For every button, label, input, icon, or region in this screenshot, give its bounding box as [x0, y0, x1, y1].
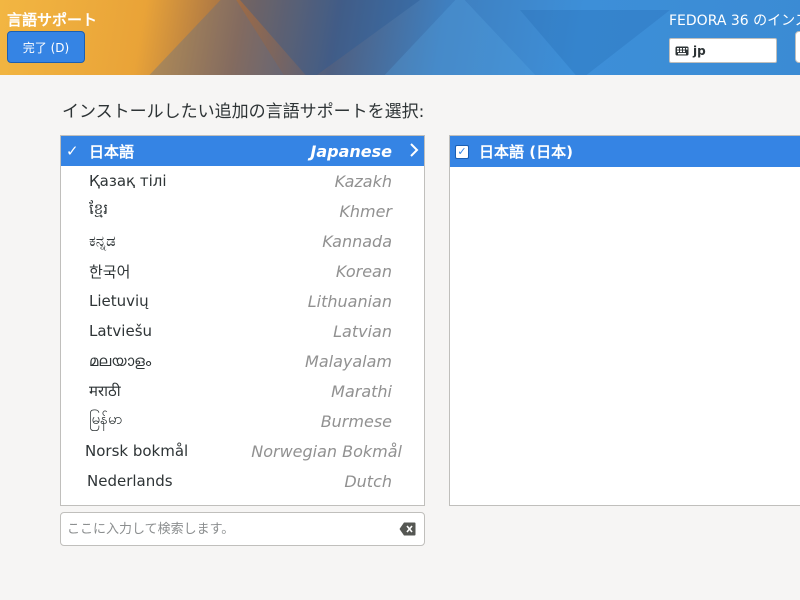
done-button[interactable]: 完了 (D): [7, 31, 85, 63]
language-native-name: Norsk bokmål: [85, 442, 189, 460]
language-english-name: Dutch: [344, 471, 392, 491]
language-english-name: Korean: [335, 261, 392, 281]
language-row[interactable]: Norsk bokmål Norwegian Bokmål: [61, 436, 424, 466]
locale-label: 日本語 (日本): [479, 143, 573, 161]
language-english-name: Japanese: [310, 141, 392, 161]
language-search[interactable]: [60, 512, 425, 546]
language-english-name: Burmese: [320, 411, 392, 431]
language-native-name: 한국어: [89, 262, 131, 281]
language-native-name: ខ្មែរ: [89, 200, 109, 218]
language-native-name: മലയാളം: [89, 352, 152, 370]
language-row[interactable]: ✓ 日本語 Japanese: [61, 136, 424, 166]
help-button[interactable]: [795, 31, 800, 63]
search-input[interactable]: [67, 518, 387, 540]
product-title: FEDORA 36 のインストール: [669, 13, 800, 29]
spoke-title: 言語サポート: [7, 11, 98, 29]
locale-row[interactable]: ✓ 日本語 (日本): [450, 136, 800, 167]
keyboard-layout-label: jp: [693, 43, 706, 58]
language-row[interactable]: Қазақ тілі Kazakh: [61, 166, 424, 196]
language-row[interactable]: မြန်မာ Burmese: [61, 406, 424, 436]
locale-checkbox[interactable]: ✓: [455, 144, 469, 159]
language-native-name: Қазақ тілі: [89, 172, 167, 190]
language-english-name: Lithuanian: [307, 291, 392, 311]
language-row[interactable]: Nederlands Dutch: [61, 466, 424, 496]
check-icon: ✓: [66, 142, 79, 160]
language-english-name: Kazakh: [334, 171, 392, 191]
language-row[interactable]: 한국어 Korean: [61, 256, 424, 286]
header-bar: 言語サポート 完了 (D) FEDORA 36 のインストール jp: [0, 0, 800, 75]
language-row[interactable]: Latviešu Latvian: [61, 316, 424, 346]
language-native-name: Lietuvių: [89, 292, 149, 310]
language-prompt: インストールしたい追加の言語サポートを選択:: [62, 102, 425, 122]
keyboard-icon: [675, 46, 689, 55]
language-row[interactable]: मराठी Marathi: [61, 376, 424, 406]
header-decoration: [380, 0, 540, 75]
keyboard-layout-indicator[interactable]: jp: [669, 38, 777, 63]
language-list[interactable]: ✓ 日本語 Japanese Қазақ тілі Kazakh ខ្មែរ K…: [60, 135, 425, 506]
language-native-name: 日本語: [89, 142, 135, 161]
language-row[interactable]: ಕನ್ನಡ Kannada: [61, 226, 424, 256]
locale-list[interactable]: ✓ 日本語 (日本): [449, 135, 800, 506]
language-row[interactable]: Lietuvių Lithuanian: [61, 286, 424, 316]
header-decoration: [520, 10, 670, 75]
language-native-name: မြန်မာ: [89, 410, 123, 428]
language-english-name: Kannada: [322, 231, 392, 251]
language-native-name: Nederlands: [87, 472, 173, 490]
language-english-name: Khmer: [339, 201, 392, 221]
language-english-name: Malayalam: [305, 351, 392, 371]
chevron-right-icon: [409, 142, 419, 161]
language-row[interactable]: ខ្មែរ Khmer: [61, 196, 424, 226]
clear-icon[interactable]: [399, 522, 416, 536]
language-native-name: ಕನ್ನಡ: [89, 232, 116, 250]
language-native-name: Latviešu: [89, 322, 153, 340]
language-english-name: Latvian: [333, 321, 392, 341]
language-native-name: मराठी: [89, 382, 121, 400]
language-row[interactable]: മലയാളം Malayalam: [61, 346, 424, 376]
language-english-name: Marathi: [331, 381, 392, 401]
language-english-name: Norwegian Bokmål: [251, 441, 402, 461]
